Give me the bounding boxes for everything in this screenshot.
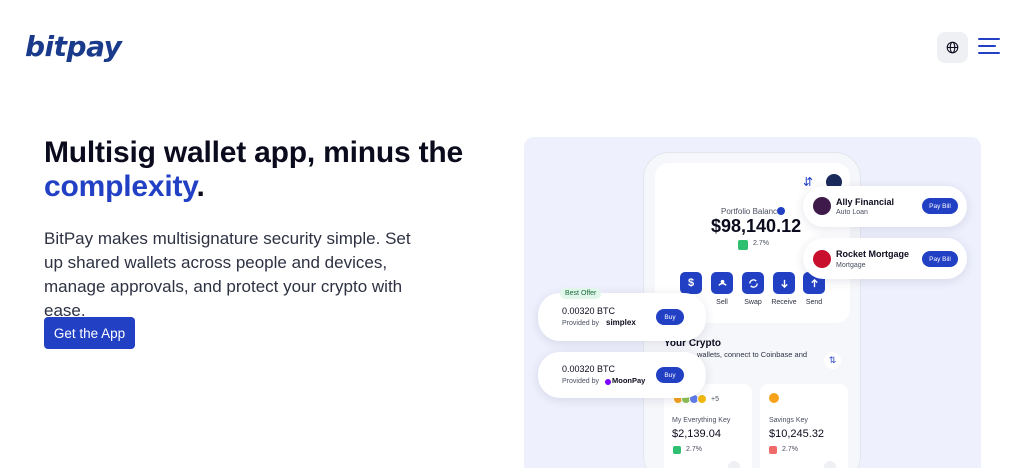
key-value: $2,139.04 bbox=[672, 428, 721, 440]
key-value: $10,245.32 bbox=[769, 428, 825, 440]
portfolio-balance-label: Portfolio Balance bbox=[721, 207, 782, 216]
pay-bill-button: Pay Bill bbox=[922, 251, 958, 267]
dollar-icon: $ bbox=[687, 277, 695, 289]
buy-action-button: $ bbox=[680, 272, 702, 294]
moonpay-logo: MoonPay bbox=[612, 376, 646, 385]
buy-button: Buy bbox=[656, 309, 684, 325]
trend-down-icon bbox=[769, 446, 777, 454]
portfolio-change: 2.7% bbox=[753, 240, 769, 247]
offer-amount: 0.00320 BTC bbox=[562, 364, 616, 374]
buy-button: Buy bbox=[656, 367, 684, 383]
btc-coin-icon bbox=[769, 393, 779, 403]
headline-line-1: Multisig wallet app, minus the bbox=[44, 136, 464, 169]
key-name: My Everything Key bbox=[672, 417, 731, 424]
rocket-logo-icon bbox=[813, 250, 831, 268]
swap-action-button bbox=[742, 272, 764, 294]
chevron-right-icon bbox=[824, 461, 836, 468]
receive-icon bbox=[780, 279, 788, 288]
bitpay-logo[interactable]: bitpay bbox=[25, 30, 122, 63]
simplex-logo: simplex bbox=[606, 318, 636, 327]
trend-up-icon bbox=[673, 446, 681, 454]
best-offer-badge: Best Offer bbox=[560, 288, 602, 299]
language-button[interactable] bbox=[937, 32, 968, 63]
your-crypto-subtitle: wallets, connect to Coinbase and bbox=[697, 350, 808, 359]
offer-amount: 0.00320 BTC bbox=[562, 306, 616, 316]
key-change: 2.7% bbox=[686, 446, 702, 453]
bill-title: Rocket Mortgage bbox=[836, 249, 910, 259]
bill-subtitle: Mortgage bbox=[836, 262, 866, 269]
chevron-right-icon bbox=[728, 461, 740, 468]
coin-icon bbox=[697, 394, 707, 404]
headline-period: . bbox=[196, 170, 205, 203]
headline-line-2: complexity. bbox=[44, 170, 463, 204]
trend-up-icon bbox=[738, 240, 748, 250]
provided-by-label: Provided by bbox=[562, 320, 599, 327]
globe-icon bbox=[946, 41, 959, 54]
sell-action-button bbox=[711, 272, 733, 294]
more-coins-count: +5 bbox=[711, 395, 719, 403]
get-the-app-button[interactable]: Get the App bbox=[44, 317, 135, 349]
headline-accent: complexity bbox=[44, 170, 197, 203]
portfolio-balance-value: $98,140.12 bbox=[711, 216, 802, 236]
provided-by-label: Provided by bbox=[562, 378, 599, 385]
info-icon bbox=[777, 207, 785, 215]
receive-label: Receive bbox=[771, 299, 797, 306]
sell-icon bbox=[717, 279, 727, 286]
ally-logo-icon bbox=[813, 197, 831, 215]
sell-label: Sell bbox=[716, 299, 728, 306]
hero-description: BitPay makes multisignature security sim… bbox=[44, 229, 411, 320]
bill-title: Ally Financial bbox=[836, 197, 895, 207]
pay-bill-button: Pay Bill bbox=[922, 198, 958, 214]
send-icon bbox=[810, 278, 818, 287]
key-name: Savings Key bbox=[769, 417, 808, 424]
bill-subtitle: Auto Loan bbox=[836, 209, 868, 216]
send-label: Send bbox=[805, 299, 823, 306]
moonpay-logo-icon bbox=[605, 379, 611, 385]
swap-label: Swap bbox=[744, 299, 762, 306]
hamburger-menu-icon[interactable] bbox=[978, 38, 1000, 56]
receive-action-button bbox=[773, 272, 795, 294]
swap-icon bbox=[748, 278, 758, 288]
sort-icon: ⇅ bbox=[824, 352, 841, 369]
key-change: 2.7% bbox=[782, 446, 798, 453]
page-title: Multisig wallet app, minus the complexit… bbox=[44, 136, 463, 204]
page: bitpay Multisig wallet app, minus the co… bbox=[0, 0, 1024, 468]
